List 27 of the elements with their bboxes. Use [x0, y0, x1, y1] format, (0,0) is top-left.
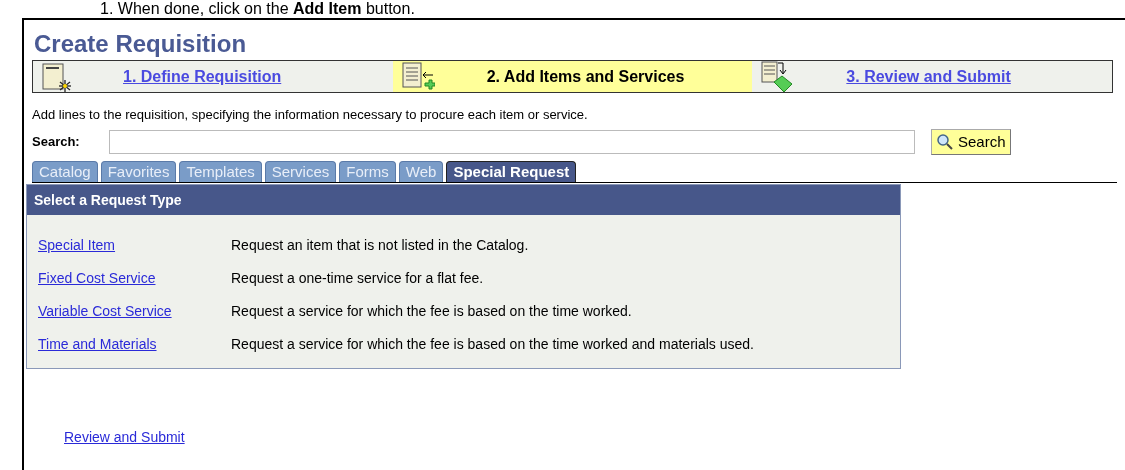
tab[interactable]: Special Request: [446, 161, 577, 182]
step-item[interactable]: 1. Define Requisition: [33, 61, 393, 92]
step-item[interactable]: 2. Add Items and Services: [392, 61, 753, 92]
search-label: Search:: [32, 133, 81, 152]
panel-header: Select a Request Type: [27, 185, 900, 215]
request-type-description: Request an item that is not listed in the Catalog.: [231, 236, 529, 255]
search-button[interactable]: Search: [931, 129, 1011, 155]
search-field[interactable]: [109, 130, 915, 154]
step-label: 2. Add Items and Services: [486, 66, 685, 87]
request-type-link[interactable]: Fixed Cost Service: [38, 268, 231, 289]
request-type-link[interactable]: Special Item: [38, 235, 231, 256]
request-type-description: Request a one-time service for a flat fee.: [231, 269, 484, 288]
request-type-link[interactable]: Time and Materials: [38, 334, 231, 355]
description-text: Add lines to the requisition, specifying the information necessary to procure each item or service.: [32, 107, 589, 123]
request-type-link[interactable]: Variable Cost Service: [38, 301, 231, 322]
step-label[interactable]: 1. Define Requisition: [123, 64, 282, 89]
instruction-text: 1. When done, click on the Add Item button.: [99, 0, 416, 18]
step-label[interactable]: 3. Review and Submit: [846, 64, 1011, 89]
document-tray-icon: [760, 59, 795, 94]
step-item[interactable]: 3. Review and Submit: [752, 61, 1112, 92]
request-type-description: Request a service for which the fee is based on the time worked.: [231, 302, 632, 321]
review-submit-link[interactable]: Review and Submit: [64, 427, 185, 448]
page-title: Create Requisition: [33, 30, 248, 58]
document-star-icon: [41, 61, 71, 92]
search-icon: [936, 133, 954, 151]
document-add-icon: [400, 60, 435, 93]
request-type-description: Request a service for which the fee is based on the time worked and materials used.: [231, 335, 754, 354]
